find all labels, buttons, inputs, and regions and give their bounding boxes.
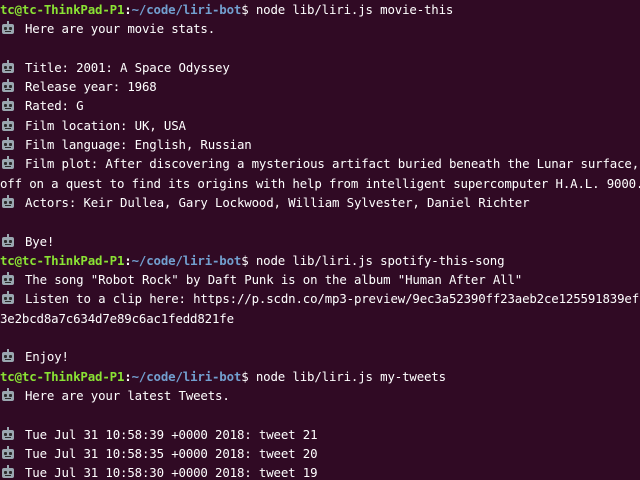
prompt-user-host: tc@tc-ThinkPad-P1 — [0, 252, 125, 268]
robot-icon — [1, 445, 15, 460]
tweet-text: Tue Jul 31 10:58:35 +0000 2018: tweet 20 — [25, 445, 318, 461]
output-text: Release year: 1968 — [25, 79, 157, 95]
output-line: Rated: G — [0, 96, 640, 115]
robot-icon — [1, 79, 15, 93]
command-line: tc@tc-ThinkPad-P1:~/code/liri-bot$ node … — [0, 0, 640, 19]
command-line: tc@tc-ThinkPad-P1:~/code/liri-bot$ node … — [0, 251, 640, 270]
robot-icon — [1, 426, 15, 441]
robot-icon — [1, 465, 15, 479]
command-text: node lib/liri.js movie-this — [248, 2, 454, 17]
tweet-text: Tue Jul 31 10:58:39 +0000 2018: tweet 21 — [25, 426, 318, 442]
robot-icon — [1, 349, 15, 363]
output-line: Film language: English, Russian — [0, 135, 640, 154]
tweet-line: Tue Jul 31 10:58:39 +0000 2018: tweet 21 — [0, 425, 640, 444]
output-text: Film plot: After discovering a mysteriou… — [25, 156, 640, 172]
output-line: Actors: Keir Dullea, Gary Lockwood, Will… — [0, 193, 640, 212]
output-text: Listen to a clip here: https://p.scdn.co… — [25, 291, 640, 307]
output-line-wrapped: off on a quest to find its origins with … — [0, 175, 640, 191]
output-text: Film location: UK, USA — [25, 117, 186, 133]
prompt-symbol: $ — [241, 2, 249, 17]
output-line: Bye! — [0, 232, 640, 251]
output-line: Title: 2001: A Space Odyssey — [0, 58, 640, 77]
prompt-user-host: tc@tc-ThinkPad-P1 — [0, 2, 125, 17]
output-line: Film plot: After discovering a mysteriou… — [0, 154, 640, 173]
output-text: Rated: G — [25, 98, 84, 114]
robot-icon — [1, 233, 15, 248]
robot-icon — [1, 117, 15, 132]
output-line-wrapped: 3e2bcd8a7c634d7e89c6ac1fedd821fe — [0, 310, 234, 326]
robot-icon — [1, 21, 15, 35]
robot-icon — [1, 272, 15, 286]
tweet-line: Tue Jul 31 10:58:35 +0000 2018: tweet 20 — [0, 444, 640, 463]
prompt-path: ~/code/liri-bot — [131, 252, 242, 268]
robot-icon — [1, 137, 15, 151]
tweet-text: Tue Jul 31 10:58:30 +0000 2018: tweet 19 — [25, 465, 318, 480]
output-text: The song "Robot Rock" by Daft Punk is on… — [25, 272, 523, 288]
robot-icon — [1, 291, 15, 305]
output-text: Here are your movie stats. — [25, 21, 216, 37]
prompt-symbol: $ — [241, 252, 249, 268]
prompt-symbol: $ — [241, 368, 249, 384]
output-text: Film language: English, Russian — [25, 137, 252, 153]
output-line: Film location: UK, USA — [0, 116, 640, 135]
prompt-colon: : — [124, 252, 132, 268]
output-text: Enjoy! — [25, 349, 69, 365]
output-line: Here are your latest Tweets. — [0, 386, 640, 405]
output-text: Title: 2001: A Space Odyssey — [25, 59, 230, 75]
output-line: The song "Robot Rock" by Daft Punk is on… — [0, 270, 640, 289]
command-text: node lib/liri.js spotify-this-song — [248, 252, 505, 268]
output-text: Bye! — [25, 233, 55, 249]
tweet-line: Tue Jul 31 10:58:30 +0000 2018: tweet 19 — [0, 463, 640, 480]
terminal-window[interactable]: tc@tc-ThinkPad-P1:~/code/liri-bot$ node … — [0, 0, 640, 480]
robot-icon — [1, 387, 15, 402]
output-line: Enjoy! — [0, 347, 640, 366]
prompt-path: ~/code/liri-bot — [131, 2, 242, 17]
robot-icon — [1, 194, 15, 209]
prompt-path: ~/code/liri-bot — [131, 368, 242, 384]
robot-icon — [1, 98, 15, 112]
command-text: node lib/liri.js my-tweets — [248, 368, 446, 384]
output-text: Here are your latest Tweets. — [25, 387, 230, 403]
output-text: Actors: Keir Dullea, Gary Lockwood, Will… — [25, 194, 530, 210]
output-line: Release year: 1968 — [0, 77, 640, 96]
output-line: Listen to a clip here: https://p.scdn.co… — [0, 289, 640, 308]
robot-icon — [1, 59, 15, 74]
output-line: Here are your movie stats. — [0, 19, 640, 38]
robot-icon — [1, 156, 15, 170]
command-line: tc@tc-ThinkPad-P1:~/code/liri-bot$ node … — [0, 367, 640, 386]
prompt-colon: : — [124, 368, 132, 384]
prompt-user-host: tc@tc-ThinkPad-P1 — [0, 368, 125, 384]
prompt-colon: : — [124, 2, 132, 17]
